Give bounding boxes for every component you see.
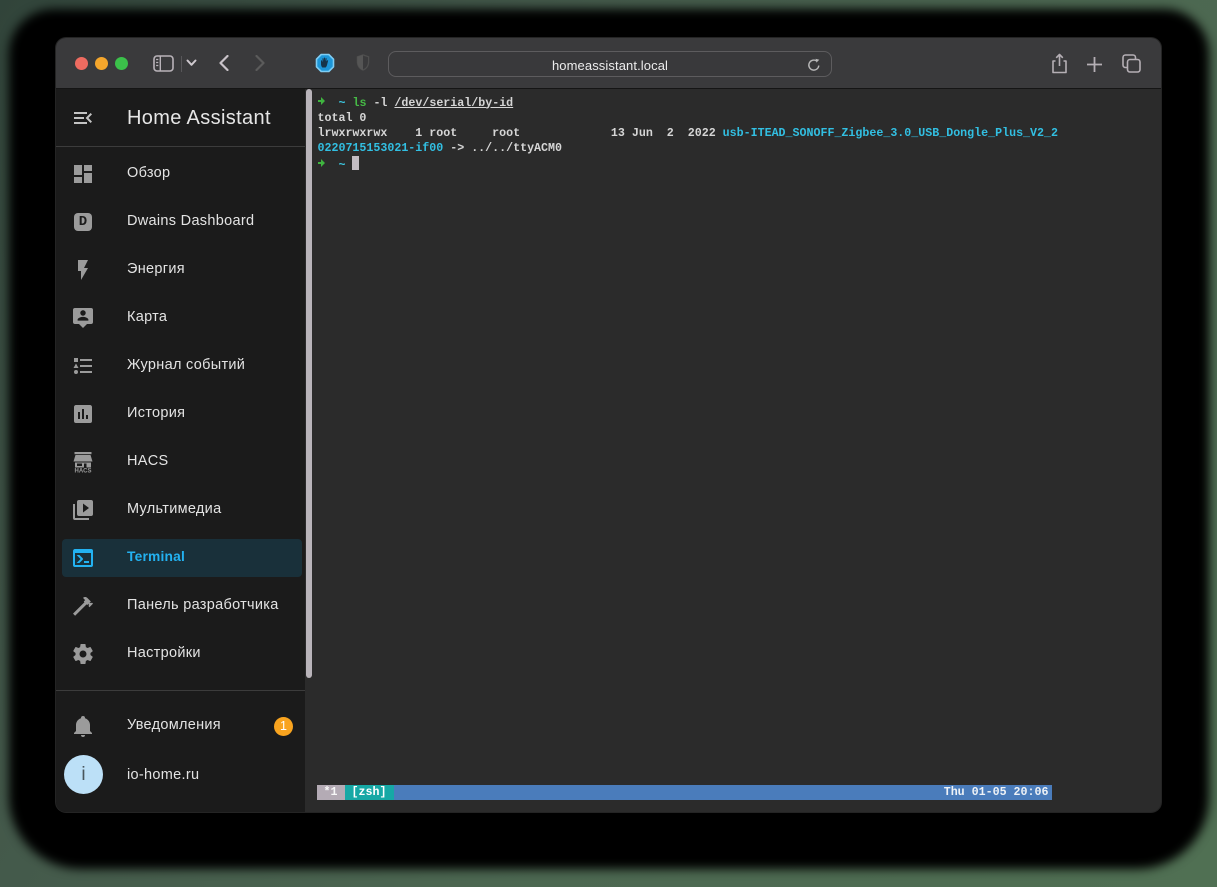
svg-text:HACS: HACS: [74, 469, 91, 475]
